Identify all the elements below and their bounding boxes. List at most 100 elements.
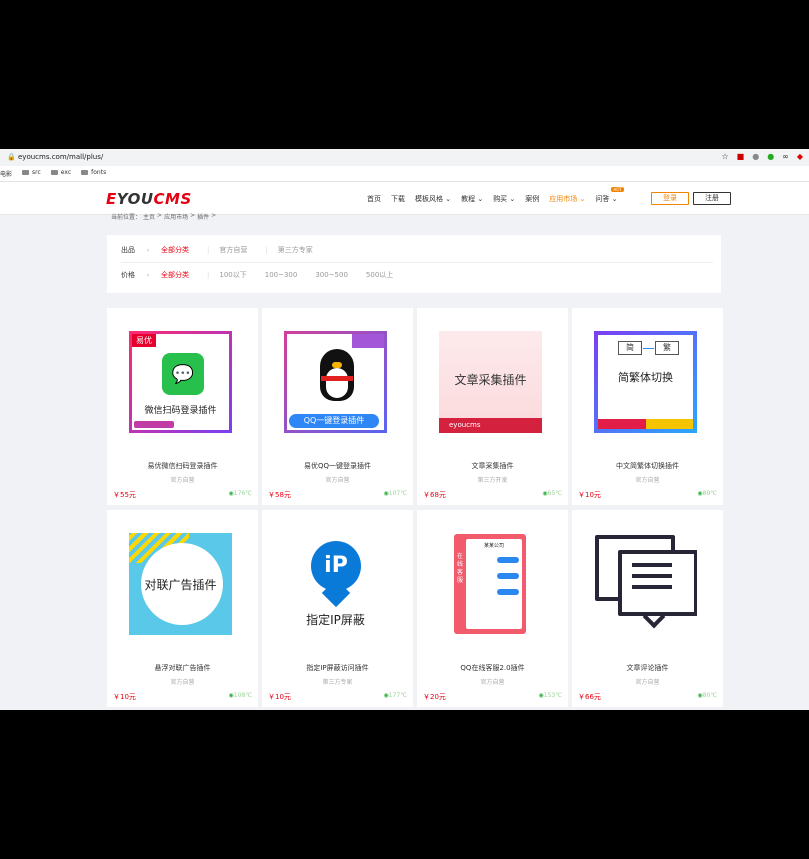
product-price: ￥10元	[578, 491, 601, 499]
view-count: ◉153℃	[538, 692, 562, 699]
register-button[interactable]: 注册	[693, 192, 731, 205]
product-name[interactable]: 易优微信扫码登录插件	[107, 461, 258, 471]
product-card[interactable]: 简 繁 简繁体切换 中文简繁体切换插件 官方自营 ￥10元 ◉89℃	[572, 308, 723, 505]
brand-tag: 易优	[132, 334, 156, 347]
product-thumbnail[interactable]: 易优 💬 微信扫码登录插件	[129, 331, 232, 433]
product-vendor: 官方自营	[325, 477, 350, 484]
product-name[interactable]: 悬浮对联广告插件	[107, 663, 258, 673]
address-bar[interactable]: 🔒 eyoucms.com/mall/plus/ ☆ ■ ● ● ∞ ◆	[0, 149, 809, 167]
filter-label: 出品	[121, 246, 135, 254]
view-count: ◉65℃	[542, 490, 562, 497]
chevron-right-icon: ›	[147, 271, 150, 279]
product-name[interactable]: 文章评论插件	[572, 663, 723, 673]
view-count: ◉177℃	[383, 692, 407, 699]
nav-templates[interactable]: 模板风格 ⌄	[415, 194, 451, 204]
filter-label: 价格	[121, 271, 135, 279]
product-vendor: 官方自营	[170, 679, 195, 686]
product-name[interactable]: 指定IP屏蔽访问插件	[262, 663, 413, 673]
product-card[interactable]: 某某公司 在线客服 QQ在线客服2.0插件 官方自营 ￥20元 ◉153℃	[417, 510, 568, 707]
main-nav: 首页 下载 模板风格 ⌄ 教程 ⌄ 购买 ⌄ 案例 应用市场 ⌄ 问答 ⌄ HOT	[367, 187, 624, 204]
nav-app-market[interactable]: 应用市场 ⌄	[549, 194, 585, 204]
extension-icon[interactable]: ●	[767, 152, 774, 161]
product-thumbnail[interactable]: 文章采集插件 eyoucms	[439, 331, 542, 433]
product-name[interactable]: 文章采集插件	[417, 461, 568, 471]
star-icon[interactable]: ☆	[721, 152, 728, 161]
bookmark-folder[interactable]: exc	[50, 169, 71, 178]
nav-home[interactable]: 首页	[367, 194, 381, 204]
view-count: ◉89℃	[697, 490, 717, 497]
product-vendor: 第三方开发	[477, 477, 508, 484]
product-thumbnail[interactable]: iP 指定IP屏蔽	[284, 533, 387, 635]
nav-qa[interactable]: 问答 ⌄ HOT	[595, 187, 624, 204]
product-thumbnail[interactable]: QQ一键登录插件	[284, 331, 387, 433]
product-vendor: 官方自营	[635, 679, 660, 686]
product-card[interactable]: 易优 💬 微信扫码登录插件 易优微信扫码登录插件 官方自营 ￥55元 ◉176℃	[107, 308, 258, 505]
folder-icon	[50, 170, 58, 175]
folder-icon	[22, 170, 30, 175]
logo[interactable]: EYOUCMS	[106, 190, 192, 208]
filter-option[interactable]: 官方自营	[219, 245, 247, 255]
product-thumbnail[interactable]: 简 繁 简繁体切换	[594, 331, 697, 433]
bookmark-folder[interactable]: fonts	[81, 169, 106, 178]
wechat-icon: 💬	[162, 353, 204, 395]
product-name[interactable]: 中文简繁体切换插件	[572, 461, 723, 471]
bookmark-item[interactable]: 电影	[0, 169, 12, 178]
product-card[interactable]: 对联广告插件 悬浮对联广告插件 官方自营 ￥10元 ◉108℃	[107, 510, 258, 707]
product-vendor: 官方自营	[480, 679, 505, 686]
divider	[121, 262, 713, 263]
lock-icon: 🔒	[7, 153, 16, 161]
url-text[interactable]: eyoucms.com/mall/plus/	[18, 153, 103, 161]
product-price: ￥10元	[268, 693, 291, 701]
hot-badge: HOT	[611, 187, 624, 192]
filter-option[interactable]: 全部分类	[161, 245, 189, 255]
bookmark-folder[interactable]: src	[22, 169, 41, 178]
product-thumbnail[interactable]: 某某公司 在线客服	[439, 533, 542, 635]
nav-buy[interactable]: 购买 ⌄	[493, 194, 515, 204]
extension-icons: ☆ ■ ● ● ∞ ◆	[721, 152, 803, 161]
nav-download[interactable]: 下载	[391, 194, 405, 204]
filter-option[interactable]: 500以上	[366, 270, 393, 280]
filter-option[interactable]: 100以下	[219, 270, 246, 280]
site-header: EYOUCMS 首页 下载 模板风格 ⌄ 教程 ⌄ 购买 ⌄ 案例 应用市场 ⌄…	[0, 182, 809, 215]
chevron-right-icon: ›	[147, 246, 150, 254]
product-price: ￥58元	[268, 491, 291, 499]
filter-option[interactable]: 300~500	[315, 271, 348, 279]
product-card[interactable]: iP 指定IP屏蔽 指定IP屏蔽访问插件 第三方专家 ￥10元 ◉177℃	[262, 510, 413, 707]
extension-icon[interactable]: ●	[752, 152, 759, 161]
extension-icon[interactable]: ◆	[797, 152, 803, 161]
filter-source-row: 出品 › 全部分类 | 官方自营 | 第三方专家	[121, 245, 313, 255]
filter-option[interactable]: 100~300	[265, 271, 298, 279]
product-price: ￥68元	[423, 491, 446, 499]
product-card[interactable]: 文章评论插件 官方自营 ￥66元 ◉80℃	[572, 510, 723, 707]
filter-panel: 出品 › 全部分类 | 官方自营 | 第三方专家 价格 › 全部分类 | 100…	[107, 235, 721, 293]
comment-icon[interactable]	[594, 533, 697, 635]
product-price: ￥10元	[113, 693, 136, 701]
filter-option[interactable]: 第三方专家	[278, 245, 313, 255]
filter-option[interactable]: 全部分类	[161, 270, 189, 280]
product-vendor: 第三方专家	[322, 679, 353, 686]
breadcrumb: 当前位置： 主页 > 应用市场 > 插件 >	[111, 212, 217, 221]
browser-screenshot: 🔒 eyoucms.com/mall/plus/ ☆ ■ ● ● ∞ ◆ 电影 …	[0, 149, 809, 710]
product-vendor: 官方自营	[635, 477, 660, 484]
bookmarks-bar: 电影 src exc fonts	[0, 166, 809, 182]
product-card[interactable]: 文章采集插件 eyoucms 文章采集插件 第三方开发 ￥68元 ◉65℃	[417, 308, 568, 505]
product-card[interactable]: QQ一键登录插件 易优QQ一键登录插件 官方自营 ￥58元 ◉107℃	[262, 308, 413, 505]
extension-icon[interactable]: ∞	[782, 152, 789, 161]
product-price: ￥20元	[423, 693, 446, 701]
product-price: ￥66元	[578, 693, 601, 701]
product-name[interactable]: 易优QQ一键登录插件	[262, 461, 413, 471]
nav-tutorials[interactable]: 教程 ⌄	[461, 194, 483, 204]
view-count: ◉176℃	[228, 490, 252, 497]
product-price: ￥55元	[113, 491, 136, 499]
login-button[interactable]: 登录	[651, 192, 689, 205]
arrow-right-icon	[643, 348, 654, 349]
product-thumbnail[interactable]: 对联广告插件	[129, 533, 232, 635]
product-name[interactable]: QQ在线客服2.0插件	[417, 663, 568, 673]
view-count: ◉107℃	[383, 490, 407, 497]
extension-icon[interactable]: ■	[737, 152, 745, 161]
view-count: ◉80℃	[697, 692, 717, 699]
product-vendor: 官方自营	[170, 477, 195, 484]
folder-icon	[81, 170, 89, 175]
filter-price-row: 价格 › 全部分类 | 100以下 100~300 300~500 500以上	[121, 270, 394, 280]
nav-cases[interactable]: 案例	[525, 194, 539, 204]
